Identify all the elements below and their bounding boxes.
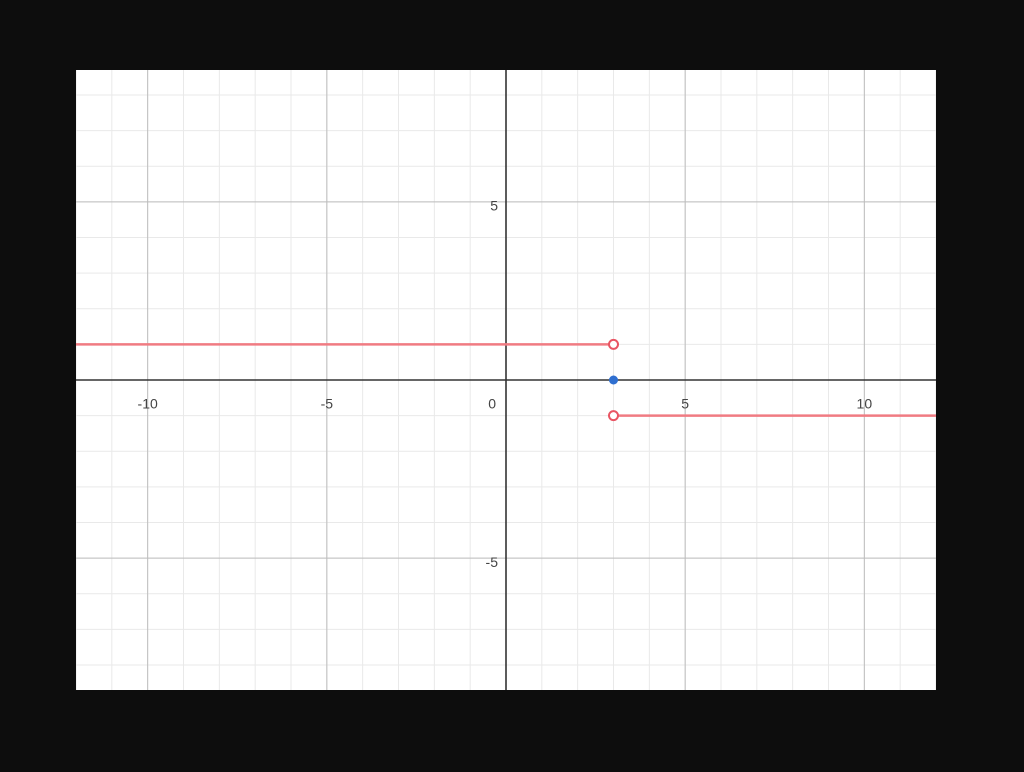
x-tick-label: 0 <box>488 395 496 411</box>
y-tick-label: -5 <box>486 554 499 570</box>
y-tick-label: 5 <box>490 198 498 214</box>
tick-labels: -10 -5 0 5 10 -5 5 <box>138 198 873 570</box>
x-tick-label: 5 <box>681 395 689 411</box>
open-point <box>609 411 618 420</box>
open-point <box>609 340 618 349</box>
axes <box>76 70 936 690</box>
closed-point <box>609 376 618 385</box>
plot-points <box>609 376 618 385</box>
x-tick-label: 10 <box>857 395 873 411</box>
x-tick-label: -5 <box>321 395 334 411</box>
chart-canvas[interactable]: -10 -5 0 5 10 -5 5 <box>76 70 936 690</box>
x-tick-label: -10 <box>138 395 158 411</box>
